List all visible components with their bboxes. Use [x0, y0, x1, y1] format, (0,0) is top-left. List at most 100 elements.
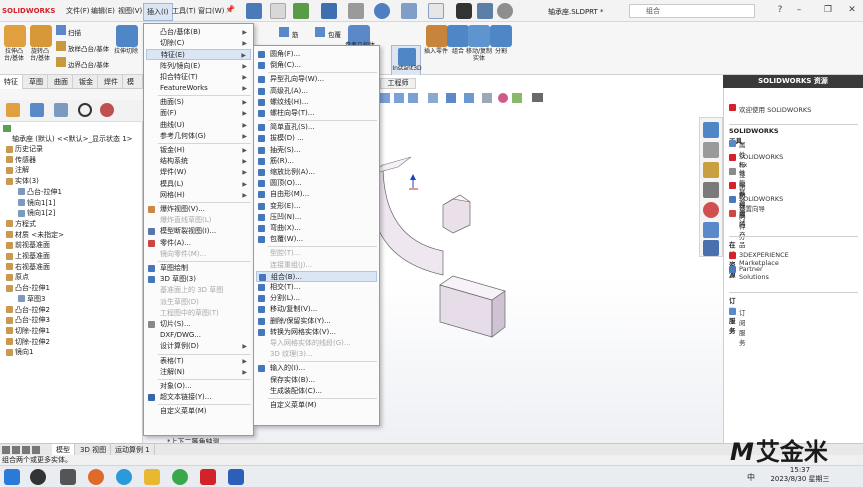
menu-insert[interactable]: 插入(I): [143, 3, 173, 21]
menu-item[interactable]: 网格(H) ▶: [146, 190, 251, 201]
file-properties-icon[interactable]: [477, 3, 493, 19]
menu-item[interactable]: 对象(O)...: [146, 381, 251, 392]
revolve-boss-label[interactable]: 旋转凸台/基体: [27, 48, 53, 62]
menu-edit[interactable]: 编辑(E): [91, 6, 115, 16]
tree-item[interactable]: 镜向1: [6, 347, 33, 357]
previous-view-icon[interactable]: [408, 93, 418, 103]
tree-item[interactable]: 传感器: [6, 155, 36, 165]
menu-item[interactable]: 曲线(U) ▶: [146, 120, 251, 131]
pin-icon[interactable]: 📌: [225, 5, 235, 14]
prev-tab-icon[interactable]: [12, 446, 20, 454]
section-view-icon[interactable]: [428, 93, 438, 103]
split-icon[interactable]: [490, 25, 512, 47]
extrude-cut-icon[interactable]: [116, 25, 138, 47]
menu-item[interactable]: 扣合特征(T) ▶: [146, 72, 251, 83]
edit-appearance-icon[interactable]: [498, 93, 508, 103]
resource-link[interactable]: 订阅服务: [739, 307, 746, 347]
menu-window[interactable]: 窗口(W): [198, 6, 224, 16]
wrap-label[interactable]: 包覆: [328, 29, 341, 39]
new-doc-icon[interactable]: [270, 3, 286, 19]
menu-file[interactable]: 文件(F): [66, 6, 90, 16]
menu-item[interactable]: 凸台/基体(B) ▶: [146, 27, 251, 38]
tree-item[interactable]: 凸台-拉伸1: [6, 283, 50, 293]
rib-label[interactable]: 筋: [292, 29, 299, 39]
menu-item[interactable]: 自由形(M)...: [256, 189, 377, 200]
menu-item[interactable]: 钣金(H) ▶: [146, 145, 251, 156]
menu-item[interactable]: 螺柱向导(T)...: [256, 108, 377, 119]
menu-item[interactable]: 自定义菜单(M): [256, 400, 377, 411]
tree-item[interactable]: 实体(3): [6, 176, 39, 186]
resource-link[interactable]: Partner Solutions: [739, 265, 769, 281]
extrude-boss-icon[interactable]: [4, 25, 26, 47]
tree-item[interactable]: 镜向1[2]: [18, 208, 55, 218]
extrude-cut-label[interactable]: 拉伸切除: [113, 48, 139, 55]
configuration-manager-tab-icon[interactable]: [54, 103, 68, 117]
menu-item[interactable]: 抽壳(S)...: [256, 145, 377, 156]
menu-item[interactable]: 转换为网格实体(V)...: [256, 327, 377, 338]
tree-item[interactable]: 凸台-拉伸2: [6, 305, 50, 315]
extrude-boss-label[interactable]: 拉伸凸台/基体: [1, 48, 27, 62]
tree-item[interactable]: 上视基准面: [6, 251, 50, 261]
tree-item[interactable]: 草图3: [18, 294, 45, 304]
menu-item[interactable]: 移动/复制(V)...: [256, 304, 377, 315]
menu-item[interactable]: 结构系统 ▶: [146, 156, 251, 167]
close-icon[interactable]: ✕: [846, 4, 858, 16]
split-label[interactable]: 分割: [487, 48, 515, 55]
start-icon[interactable]: [4, 469, 20, 485]
menu-view[interactable]: 视图(V): [118, 6, 142, 16]
menu-tools[interactable]: 工具(T): [172, 6, 196, 16]
menu-item[interactable]: 模型断裂视图(I)...: [146, 226, 251, 237]
menu-item[interactable]: 草图绘制: [146, 263, 251, 274]
custom-properties-icon[interactable]: [703, 222, 719, 238]
help-icon[interactable]: ?: [774, 4, 786, 16]
menu-item[interactable]: 分割(L)...: [256, 293, 377, 304]
undo-icon[interactable]: [374, 3, 390, 19]
search-input[interactable]: 组合: [629, 4, 755, 18]
menu-item[interactable]: 圆顶(O)...: [256, 178, 377, 189]
feature-manager-tab-icon[interactable]: [6, 103, 20, 117]
insert-part-icon[interactable]: [426, 25, 448, 47]
tab-sheet-metal[interactable]: 钣金: [75, 75, 98, 89]
tree-item[interactable]: 切除-拉伸2: [6, 337, 50, 347]
tree-item[interactable]: 方程式: [6, 219, 36, 229]
menu-item[interactable]: 缩放比例(A)...: [256, 167, 377, 178]
loft-icon[interactable]: [56, 41, 66, 51]
tab-mold[interactable]: 模具: [123, 75, 143, 100]
combine-icon[interactable]: [447, 25, 469, 47]
menu-item[interactable]: 曲面(S) ▶: [146, 97, 251, 108]
tab-sketch[interactable]: 草图: [25, 75, 48, 89]
file-explorer-taskbar-icon[interactable]: [144, 469, 160, 485]
open-icon[interactable]: [293, 3, 309, 19]
solidworks-taskbar-icon[interactable]: [200, 469, 216, 485]
menu-item[interactable]: 保存实体(B)...: [256, 375, 377, 386]
menu-item[interactable]: 弯曲(X)...: [256, 223, 377, 234]
sweep-icon[interactable]: [56, 25, 66, 35]
menu-item[interactable]: 简单直孔(S)...: [256, 122, 377, 133]
menu-item[interactable]: 面(F) ▶: [146, 108, 251, 119]
menu-item[interactable]: 圆角(F)...: [256, 49, 377, 60]
scenes-icon[interactable]: [512, 93, 522, 103]
menu-item[interactable]: 设计算例(D) ▶: [146, 341, 251, 352]
last-tab-icon[interactable]: [32, 446, 40, 454]
drawing-tab[interactable]: 工程师: [380, 78, 416, 89]
tab-weldments[interactable]: 焊件: [100, 75, 123, 89]
menu-item[interactable]: 包覆(W)...: [256, 234, 377, 245]
display-style-icon[interactable]: [464, 93, 474, 103]
filter-icon[interactable]: [3, 125, 11, 132]
menu-item[interactable]: 表格(T) ▶: [146, 356, 251, 367]
view-settings-icon[interactable]: [532, 93, 543, 102]
display-manager-tab-icon[interactable]: [100, 103, 114, 117]
menu-item[interactable]: 阵列/镜向(E) ▶: [146, 61, 251, 72]
resource-link[interactable]: 我的产品: [739, 209, 746, 249]
menu-item[interactable]: 高级孔(A)...: [256, 86, 377, 97]
next-tab-icon[interactable]: [22, 446, 30, 454]
view-orientation-icon[interactable]: [446, 93, 456, 103]
rebuild-icon[interactable]: [456, 3, 472, 19]
tree-item[interactable]: 凸台-拉伸3: [6, 315, 50, 325]
rib-icon[interactable]: [279, 27, 289, 37]
menu-item[interactable]: 注解(N) ▶: [146, 367, 251, 378]
tree-item[interactable]: 前视基准面: [6, 240, 50, 250]
tree-item[interactable]: 原点: [6, 272, 29, 282]
home-icon[interactable]: [246, 3, 262, 19]
edge-icon[interactable]: [116, 469, 132, 485]
